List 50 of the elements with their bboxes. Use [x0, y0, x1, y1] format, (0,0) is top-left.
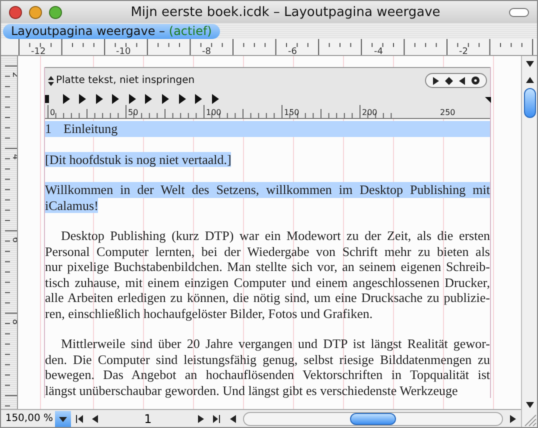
ruler-number: 250: [440, 108, 456, 117]
last-page-icon: [213, 414, 221, 422]
ruler-number: 100: [206, 108, 222, 117]
alignment-control[interactable]: [425, 73, 487, 88]
ruler-number: 6: [10, 237, 18, 243]
ruler-number: -10: [116, 47, 131, 56]
ruler-number: 2: [10, 72, 18, 78]
right-triangle-icon: [432, 76, 440, 84]
resize-grip-icon[interactable]: [522, 413, 536, 427]
scroll-thumb[interactable]: [350, 412, 396, 424]
page-field[interactable]: 1: [103, 410, 193, 426]
zoom-button[interactable]: [49, 6, 62, 18]
chapter-heading: 1 Einleitung: [45, 121, 490, 136]
ruler-number: 8: [10, 319, 18, 325]
paragraph-style-select[interactable]: Platte tekst, niet inspringen: [48, 75, 195, 86]
ruler-number: 200: [362, 108, 378, 117]
zoom-value: 150,00 %: [4, 413, 54, 424]
ruler-number: -4: [374, 47, 383, 56]
body-paragraph: Mittlerweile sind über 20 Jahre vergangen und DTP ist längst Realität gewor- den. Die Computer sind leistungsfähig genug, selbst riesige Bilddatenmengen zu bewegen. Das Angebot an hochauflösenden Vektorschriften in Topqualität ist längst unüberschaubar geworden. Und längst gibt es verschiedenste Werkzeuge: [45, 336, 490, 398]
caret-icon: [59, 414, 67, 422]
view-tab[interactable]: Layoutpagina weergave – (actief): [3, 24, 220, 38]
left-triangle-icon: [229, 414, 237, 422]
left-triangle-icon: [458, 76, 466, 84]
left-triangle-icon: [91, 414, 99, 422]
ruler-number: -8: [202, 47, 211, 56]
right-triangle-icon: [509, 414, 517, 422]
scroll-thumb[interactable]: [524, 88, 536, 118]
circle-dot-icon: [471, 76, 480, 85]
ruler-number: 150: [284, 108, 300, 117]
body-paragraph: [Dit hoofdstuk is nog niet vertaald.]: [45, 152, 232, 167]
ruler-number: -2: [459, 47, 468, 56]
up-triangle-icon: [526, 76, 534, 84]
ruler-number: 0: [50, 108, 56, 117]
down-triangle-icon: [526, 401, 534, 409]
window-title: Mijn eerste boek.icdk – Layoutpagina weergave: [130, 4, 442, 20]
ruler-number: -12: [31, 47, 46, 56]
diamond-icon: [445, 76, 453, 84]
ruler-number: 4: [10, 154, 18, 160]
body-paragraph: Desktop Publishing (kurz DTP) war ein Modewort zu der Zeit, als die ersten Personal Computer lernten, bei der Wiedergabe von Schrift mehr zu bieten als nur pixelige Buchstabenbildchen. Man stellte sich vor, an seinem eigenen Schreib- tisch zuhause, mit einem einzigen Computer und einem angeschlossenen Drucker, alle Arbeiten erledigen zu können, die nötig sind, um eine Drucksache zu publizie- ren, einschließlich hochaufgelöster Bilder, Fotos und Grafiken.: [45, 228, 490, 321]
toolbar-toggle-button[interactable]: [509, 8, 529, 16]
down-triangle-icon: [526, 60, 534, 68]
close-button[interactable]: [9, 6, 22, 18]
ruler-number: 50: [128, 108, 138, 117]
minimize-button[interactable]: [29, 6, 42, 18]
body-paragraph: Willkommen in der Welt des Setzens, willkommen im Desktop Publishing mit iCalamus!: [45, 182, 490, 213]
up-down-icon: [48, 76, 54, 86]
ruler-number: -6: [288, 47, 297, 56]
right-triangle-icon: [197, 414, 205, 422]
first-page-icon: [75, 414, 83, 422]
zoom-dropdown-button[interactable]: [55, 410, 71, 426]
